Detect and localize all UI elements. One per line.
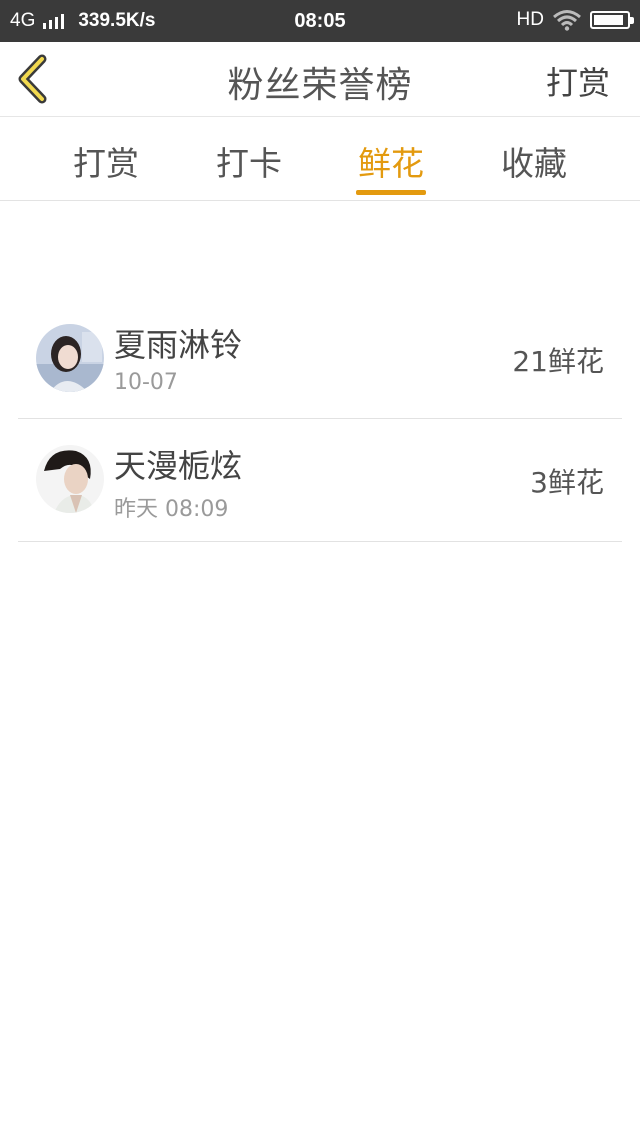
list-item[interactable]: 夏雨淋铃 10-07 21鲜花 [18,298,622,419]
fan-list: 夏雨淋铃 10-07 21鲜花 天漫栀炫 昨天 08:09 3鲜花 [18,298,622,542]
tab-reward[interactable]: 打赏 [46,137,166,185]
fan-name: 夏雨淋铃 [114,326,243,364]
status-right: HD [516,9,634,31]
tab-flowers[interactable]: 鲜花 [331,137,451,185]
page-title: 粉丝荣誉榜 [227,65,413,106]
hd-indicator: HD [516,9,544,30]
status-bar: 4G 339.5K/s 08:05 HD [0,0,640,42]
wifi-icon [553,10,581,31]
fan-name: 天漫栀炫 [114,447,243,485]
tab-checkin[interactable]: 打卡 [189,137,309,185]
avatar-image [36,324,104,392]
tab-favorites[interactable]: 收藏 [474,137,594,185]
fan-time: 10-07 [114,370,178,395]
list-item[interactable]: 天漫栀炫 昨天 08:09 3鲜花 [18,419,622,542]
reward-button[interactable]: 打赏 [546,58,610,104]
avatar-image [36,445,104,513]
flower-count: 21鲜花 [512,345,604,378]
back-button[interactable] [14,54,54,104]
battery-level [594,15,623,25]
chevron-left-icon [18,54,47,104]
avatar[interactable] [36,324,104,392]
tab-bar: 打赏 打卡 鲜花 收藏 [0,117,640,201]
avatar[interactable] [36,445,104,513]
active-tab-indicator [356,190,426,195]
battery-icon [590,11,634,29]
flower-count: 3鲜花 [530,466,604,499]
fan-time: 昨天 08:09 [114,497,229,522]
app-header: 粉丝荣誉榜 打赏 [0,42,640,117]
